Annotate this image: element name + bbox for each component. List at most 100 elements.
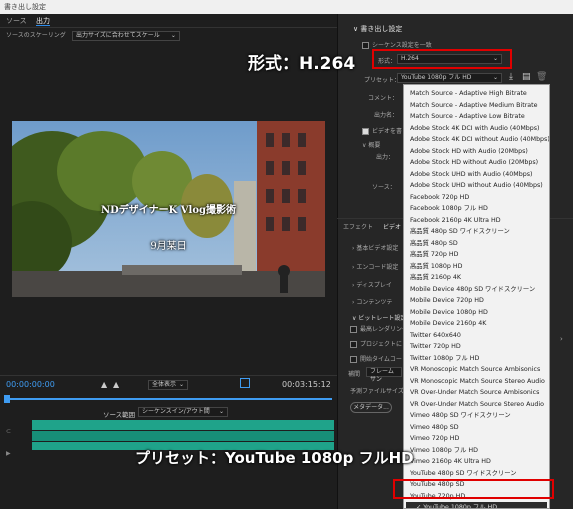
preset-option[interactable]: 高品質 2160p 4K <box>404 272 549 284</box>
preset-option[interactable]: Vimeo 2160p 4K Ultra HD <box>404 456 549 468</box>
preset-option[interactable]: 高品質 480p SD ワイドスクリーン <box>404 226 549 238</box>
preset-option[interactable]: Mobile Device 480p SD ワイドスクリーン <box>404 284 549 296</box>
source-range-select[interactable]: シーケンスイン/アウト間 ⌄ <box>138 407 228 417</box>
preset-option[interactable]: Twitter 640x640 <box>404 330 549 342</box>
import-project-row[interactable]: プロジェクトに <box>350 339 402 348</box>
window-title: 書き出し設定 <box>0 0 573 14</box>
preset-option[interactable]: Vimeo 720p HD <box>404 433 549 445</box>
preset-option-label: Mobile Device 2160p 4K <box>410 320 487 327</box>
preset-option[interactable]: Adobe Stock HD with Audio (20Mbps) <box>404 146 549 158</box>
summary-output-label: 出力： <box>376 154 395 161</box>
import-project-checkbox[interactable] <box>350 341 357 348</box>
scaling-select[interactable]: 出力サイズに合わせてスケール ⌄ <box>71 31 180 41</box>
section-bitrate-label: ビットレート設定 <box>358 315 407 322</box>
preset-option[interactable]: VR Monoscopic Match Source Ambisonics <box>404 364 549 376</box>
match-sequence-row[interactable]: シーケンス設定を一致 <box>362 40 432 49</box>
preset-option[interactable]: YouTube 480p SD ワイドスクリーン <box>404 468 549 480</box>
fit-select[interactable]: 全体表示 ⌄ <box>148 380 188 390</box>
section-content-label: コンテンツテ <box>356 299 393 306</box>
current-timecode[interactable]: 00:00:00:00 <box>6 380 55 389</box>
tab-video[interactable]: ビデオ <box>383 222 401 231</box>
start-timecode-checkbox[interactable] <box>350 356 357 363</box>
preset-label: プリセット： <box>364 77 401 84</box>
mark-out-icon[interactable]: ▲ <box>113 380 119 389</box>
playhead-icon[interactable] <box>4 395 10 403</box>
section-content[interactable]: › コンテンツテ <box>352 297 392 306</box>
preset-list: Match Source - Adaptive High Bitrate Matc… <box>404 88 549 509</box>
preset-option-selected[interactable]: ✓ YouTube 1080p フル HD <box>406 502 547 509</box>
preset-option-label: 高品質 1080p HD <box>410 262 463 270</box>
preset-option[interactable]: Match Source - Adaptive Medium Bitrate <box>404 100 549 112</box>
track-marker-icon[interactable]: ▶ <box>6 450 11 457</box>
preset-option[interactable]: Vimeo 480p SD ワイドスクリーン <box>404 410 549 422</box>
scaling-label: ソースのスケーリング <box>6 32 66 39</box>
bitrate-chevron-icon[interactable]: › <box>560 335 563 343</box>
tab-effects[interactable]: エフェクト <box>343 222 373 231</box>
tab-output[interactable]: 出力 <box>36 16 50 26</box>
settings-icon[interactable] <box>240 378 250 388</box>
section-encoding[interactable]: › エンコード設定 <box>352 262 398 271</box>
preset-option-label: Match Source - Adaptive Low Bitrate <box>410 113 525 120</box>
preset-option[interactable]: Vimeo 1080p フル HD <box>404 445 549 457</box>
preset-option-label: Twitter 1080p フル HD <box>410 354 480 362</box>
preset-option-label: Vimeo 720p HD <box>410 435 460 442</box>
mark-in-icon[interactable]: ▲ <box>101 380 107 389</box>
preset-option[interactable]: Facebook 1080p フル HD <box>404 203 549 215</box>
tab-source[interactable]: ソース <box>6 16 27 26</box>
preset-option[interactable]: Mobile Device 2160p 4K <box>404 318 549 330</box>
preset-option[interactable]: Mobile Device 720p HD <box>404 295 549 307</box>
preset-option[interactable]: Twitter 720p HD <box>404 341 549 353</box>
export-video-row[interactable]: ビデオを書 <box>362 126 402 135</box>
preset-option-label: VR Over-Under Match Source Stereo Audio <box>410 400 545 408</box>
preset-option[interactable]: Twitter 1080p フル HD <box>404 353 549 365</box>
track-link-icon[interactable]: ⊂ <box>6 428 11 435</box>
preset-dropdown[interactable]: Match Source - Adaptive High Bitrate Matc… <box>403 84 550 509</box>
timeline-bar[interactable] <box>4 395 332 403</box>
preset-option[interactable]: Adobe Stock 4K DCI with Audio (40Mbps) <box>404 123 549 135</box>
timeline-range <box>4 398 332 400</box>
preset-option[interactable]: VR Over-Under Match Source Stereo Audio <box>404 399 549 411</box>
preset-option[interactable]: Facebook 720p HD <box>404 192 549 204</box>
match-sequence-checkbox[interactable] <box>362 42 369 49</box>
preset-option[interactable]: Adobe Stock UHD with Audio (40Mbps) <box>404 169 549 181</box>
max-render-checkbox[interactable] <box>350 326 357 333</box>
preset-option-label: VR Over-Under Match Source Ambisonics <box>410 389 540 396</box>
preset-option[interactable]: Match Source - Adaptive Low Bitrate <box>404 111 549 123</box>
preset-select[interactable]: YouTube 1080p フル HD ⌄ <box>397 73 502 83</box>
preset-option[interactable]: VR Over-Under Match Source Ambisonics <box>404 387 549 399</box>
section-bitrate[interactable]: ∨ ビットレート設定 <box>352 313 406 322</box>
preset-option[interactable]: Facebook 2160p 4K Ultra HD <box>404 215 549 227</box>
section-display[interactable]: › ディスプレイ <box>352 280 392 289</box>
preset-option[interactable]: 高品質 480p SD <box>404 238 549 250</box>
summary-source-label: ソース： <box>372 184 396 191</box>
section-basic-video[interactable]: › 基本ビデオ設定 <box>352 243 398 252</box>
delete-preset-icon[interactable]: 🗑 <box>536 72 547 82</box>
preset-option-label: Adobe Stock HD with Audio (20Mbps) <box>410 147 528 155</box>
chevron-down-icon: ⌄ <box>178 381 184 388</box>
preset-option[interactable]: VR Monoscopic Match Source Stereo Audio <box>404 376 549 388</box>
export-settings-heading: 書き出し設定 <box>360 25 403 33</box>
preset-option-label: VR Monoscopic Match Source Stereo Audio <box>410 377 545 385</box>
preset-option[interactable]: Adobe Stock UHD without Audio (40Mbps) <box>404 180 549 192</box>
preset-option-label: Twitter 720p HD <box>410 343 461 350</box>
section-display-label: ディスプレイ <box>356 282 392 289</box>
interpolation-select[interactable]: フレームサン <box>366 367 402 383</box>
estimated-size-label: 予測ファイルサイズ： <box>350 388 410 395</box>
preset-option[interactable]: Adobe Stock HD without Audio (20Mbps) <box>404 157 549 169</box>
preset-option[interactable]: 高品質 1080p HD <box>404 261 549 273</box>
preset-option-label: Facebook 1080p フル HD <box>410 205 488 212</box>
save-preset-icon[interactable]: ⤓ <box>509 72 513 82</box>
export-video-checkbox[interactable] <box>362 128 369 135</box>
preset-option-label: Match Source - Adaptive High Bitrate <box>410 90 527 97</box>
import-preset-icon[interactable]: ▤ <box>522 72 531 82</box>
max-render-row[interactable]: 最高レンダリング <box>350 324 408 333</box>
metadata-button[interactable]: メタデータ... <box>350 402 392 413</box>
preset-option-label: YouTube 1080p フル HD <box>423 504 498 509</box>
start-timecode-row[interactable]: 開始タイムコード <box>350 354 408 363</box>
preset-option[interactable]: Vimeo 480p SD <box>404 422 549 434</box>
preset-option-label: 高品質 720p HD <box>410 251 459 258</box>
preset-option[interactable]: Match Source - Adaptive High Bitrate <box>404 88 549 100</box>
preset-option[interactable]: Adobe Stock 4K DCI without Audio (40Mbps… <box>404 134 549 146</box>
preset-option[interactable]: Mobile Device 1080p HD <box>404 307 549 319</box>
preset-option[interactable]: 高品質 720p HD <box>404 249 549 261</box>
